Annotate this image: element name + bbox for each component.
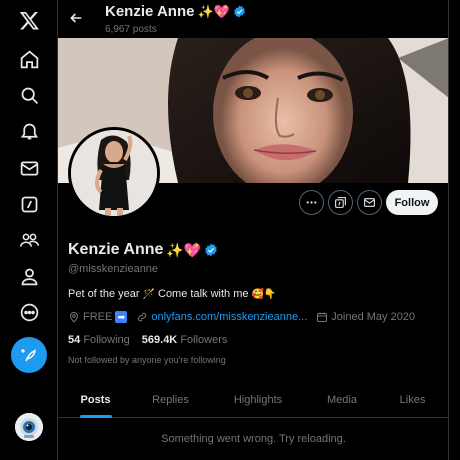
posts-count: 6,967 posts <box>105 24 157 35</box>
bio-emoji: 🪄 <box>142 288 155 300</box>
home-icon[interactable] <box>11 41 47 77</box>
website-link[interactable]: onlyfans.com/misskenzieanne... <box>151 311 307 323</box>
compose-post-button[interactable] <box>11 337 47 373</box>
mail-icon <box>364 198 375 207</box>
location-pin-icon <box>69 312 79 323</box>
feed-error-message: Something went wrong. Try reloading. <box>161 433 346 445</box>
grok-icon[interactable] <box>11 186 47 222</box>
profile-location: FREE ➡ <box>68 311 128 323</box>
tab-posts[interactable]: Posts <box>58 381 133 418</box>
profile-joined: Joined May 2020 <box>316 311 415 323</box>
profile-tabs: Posts Replies Highlights Media Likes <box>58 381 448 418</box>
notifications-icon[interactable] <box>11 113 47 149</box>
x-logo-icon[interactable] <box>11 2 47 38</box>
arrow-right-emoji: ➡ <box>115 311 128 323</box>
bio-emoji: 🥰👇 <box>251 288 277 300</box>
tab-media[interactable]: Media <box>308 381 376 418</box>
grok-analyze-icon <box>335 197 346 208</box>
communities-icon[interactable] <box>11 222 47 258</box>
not-followed-text: Not followed by anyone you're following <box>68 355 226 365</box>
grok-analyze-button[interactable] <box>328 190 353 215</box>
header-display-name: Kenzie Anne ✨💖 <box>105 3 246 20</box>
left-nav <box>0 0 58 460</box>
feather-plus-icon <box>21 349 36 362</box>
calendar-icon <box>317 312 328 322</box>
name-emojis: ✨💖 <box>197 3 230 19</box>
profile-display-name: Kenzie Anne ✨💖 <box>68 241 218 259</box>
messages-icon[interactable] <box>11 150 47 186</box>
follow-button[interactable]: Follow <box>386 190 438 215</box>
profile-column: Kenzie Anne ✨💖 6,967 posts Follow Kenzie… <box>58 0 449 460</box>
more-horizontal-icon <box>306 201 317 204</box>
profile-header-bar: Kenzie Anne ✨💖 6,967 posts <box>58 0 448 38</box>
name-emojis: ✨💖 <box>166 241 202 258</box>
tab-replies[interactable]: Replies <box>133 381 208 418</box>
verified-badge-icon <box>233 5 245 18</box>
more-icon[interactable] <box>11 294 47 330</box>
profile-bio: Pet of the year 🪄 Come talk with me 🥰👇 <box>68 288 277 300</box>
tab-likes[interactable]: Likes <box>376 381 448 418</box>
followers-link[interactable]: 569.4K Followers <box>142 334 228 346</box>
tab-highlights[interactable]: Highlights <box>208 381 308 418</box>
profile-icon[interactable] <box>11 258 47 294</box>
more-options-button[interactable] <box>299 190 324 215</box>
verified-badge-icon[interactable] <box>204 243 218 257</box>
search-icon[interactable] <box>11 77 47 113</box>
active-tab-indicator <box>79 415 112 418</box>
profile-website[interactable]: onlyfans.com/misskenzieanne... <box>136 311 307 323</box>
follow-stats: 54 Following 569.4K Followers <box>68 334 227 346</box>
profile-meta: FREE ➡ onlyfans.com/misskenzieanne... Jo… <box>68 311 424 323</box>
link-icon <box>138 312 147 322</box>
back-arrow-icon[interactable] <box>66 8 86 28</box>
profile-handle: @misskenzieanne <box>68 263 159 275</box>
message-button[interactable] <box>357 190 382 215</box>
account-avatar[interactable] <box>15 413 43 441</box>
profile-avatar[interactable] <box>68 127 160 219</box>
following-link[interactable]: 54 Following <box>68 334 130 346</box>
